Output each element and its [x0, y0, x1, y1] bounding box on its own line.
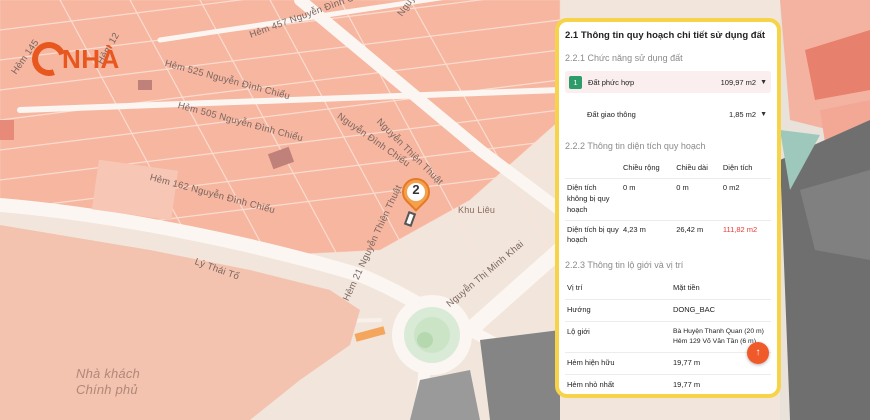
land-use-row-traffic[interactable]: Đất giao thông 1,85 m2 ▼ — [565, 103, 771, 125]
row-length: 0 m — [674, 178, 721, 221]
row-width: 0 m — [621, 178, 675, 221]
land-use-value: 109,97 m2 — [720, 77, 757, 87]
table-row: Vị trí Mặt tiền — [565, 278, 771, 301]
table-row: Diện tích không bị quy hoạch 0 m 0 m 0 m… — [565, 178, 771, 221]
row-label: Lộ giới — [565, 321, 671, 353]
land-use-row-mixed[interactable]: 1 Đất phức hợp 109,97 m2 ▼ — [565, 71, 771, 93]
area-info-table: Chiều rộng Chiều dài Diện tích Diện tích… — [565, 159, 771, 250]
row-label: Hẻm nhỏ nhất — [567, 379, 615, 389]
planning-info-panel[interactable]: 2.1 Thông tin quy hoạch chi tiết sử dụng… — [555, 18, 781, 398]
row-label: Hẻm hiện hữu — [565, 352, 671, 375]
land-use-name: Đất phức hợp — [588, 77, 635, 87]
table-row: Hẻm hiện hữu 19,77 m — [565, 352, 771, 375]
area-info-heading: 2.2.2 Thông tin diện tích quy hoạch — [565, 141, 706, 151]
row-value: DONG_BAC — [671, 299, 771, 322]
table-header-cell — [565, 159, 621, 179]
scroll-to-top-button[interactable]: ↑ — [747, 342, 769, 364]
table-header-cell: Chiều rộng — [621, 159, 675, 179]
arrow-up-icon: ↑ — [755, 347, 761, 358]
map-label-nha-khach: Nhà khách — [76, 366, 140, 381]
land-use-badge: 1 — [569, 75, 582, 89]
table-row: Hẻm nhỏ nhất 19,77 m — [565, 374, 771, 394]
land-use-value: 1,85 m2 — [728, 109, 757, 119]
table-row: Diện tích bị quy hoạch 4,23 m 26,42 m 11… — [565, 220, 771, 250]
row-width: 4,23 m — [623, 224, 646, 234]
boundary-info-heading: 2.2.3 Thông tin lộ giới và vị trí — [565, 260, 684, 271]
table-row: Hướng DONG_BAC — [565, 299, 771, 322]
row-label: Hướng — [565, 299, 671, 322]
road-boundary-line-1: Bà Huyện Thanh Quan (20 m) — [673, 328, 764, 335]
row-area: 111,82 m2 — [722, 224, 758, 234]
caret-down-icon: ▼ — [760, 78, 767, 86]
map-label-khu-lieu: Khu Liêu — [458, 205, 496, 215]
row-value: Mặt tiền — [671, 278, 771, 301]
table-header-cell: Chiều dài — [674, 159, 721, 179]
row-label: Diện tích không bị quy hoạch — [565, 178, 621, 221]
location-marker[interactable]: 2 — [396, 172, 436, 216]
caret-down-icon: ▼ — [760, 110, 767, 118]
boundary-info-table: Vị trí Mặt tiền Hướng DONG_BAC Lộ giới B… — [565, 278, 771, 394]
brand-logo[interactable]: NHÀ — [26, 36, 120, 82]
row-label: Diện tích bị quy hoạch — [567, 224, 619, 245]
land-use-name: Đất giao thông — [587, 109, 636, 119]
row-label: Vị trí — [565, 278, 671, 301]
logo-text: NHÀ — [62, 43, 120, 74]
panel-title: 2.1 Thông tin quy hoạch chi tiết sử dụng… — [565, 30, 766, 41]
row-value: 19,77 m — [673, 379, 701, 389]
map-label-chinh-phu: Chính phủ — [76, 382, 138, 397]
row-length: 26,42 m — [676, 224, 704, 234]
table-header-cell: Diện tích — [720, 159, 771, 179]
row-area: 0 m2 — [720, 178, 771, 221]
table-header-row: Chiều rộng Chiều dài Diện tích — [565, 159, 771, 179]
table-row: Lộ giới Bà Huyện Thanh Quan (20 m) Hẻm 1… — [565, 321, 771, 353]
land-use-heading: 2.2.1 Chức năng sử dụng đất — [565, 53, 683, 63]
marker-number: 2 — [412, 182, 420, 197]
